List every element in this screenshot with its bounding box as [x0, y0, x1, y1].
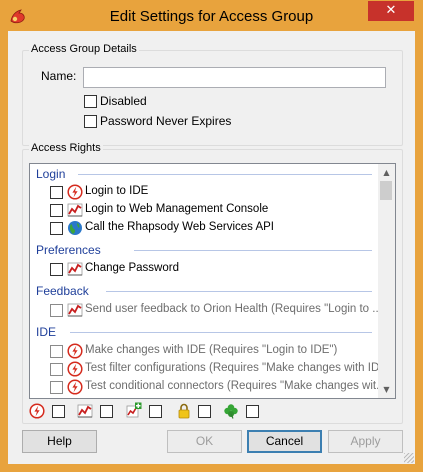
- list-item[interactable]: Login to Web Management Console: [30, 201, 370, 219]
- access-group-details-legend: Access Group Details: [29, 43, 139, 55]
- category-divider: [78, 174, 372, 175]
- ok-button[interactable]: OK: [167, 430, 242, 453]
- right-checkbox[interactable]: [50, 363, 63, 376]
- lightning-icon: [67, 379, 83, 395]
- right-checkbox[interactable]: [50, 345, 63, 358]
- right-label: Send user feedback to Orion Health (Requ…: [85, 303, 382, 315]
- chart-icon: [77, 403, 93, 419]
- right-checkbox[interactable]: [50, 304, 63, 317]
- category-login: Login: [36, 167, 66, 181]
- clover-filter-checkbox[interactable]: [246, 405, 259, 418]
- disabled-label: Disabled: [100, 94, 147, 108]
- right-checkbox[interactable]: [50, 222, 63, 235]
- right-label: Test conditional connectors (Requires "M…: [85, 380, 386, 392]
- access-rights-legend: Access Rights: [29, 142, 103, 154]
- list-item[interactable]: Send user feedback to Orion Health (Requ…: [30, 301, 382, 319]
- disabled-checkbox[interactable]: [84, 95, 97, 108]
- lightning-icon: [67, 184, 83, 200]
- close-button[interactable]: ✕: [368, 1, 414, 21]
- chart-icon: [67, 261, 83, 277]
- right-label: Make changes with IDE (Requires "Login t…: [85, 344, 338, 356]
- list-scrollbar[interactable]: ▲ ▼: [378, 164, 395, 398]
- lightning-icon: [67, 343, 83, 359]
- list-item[interactable]: Call the Rhapsody Web Services API: [30, 219, 370, 237]
- lightning-filter-checkbox[interactable]: [52, 405, 65, 418]
- category-divider: [70, 332, 372, 333]
- list-item[interactable]: Test conditional connectors (Requires "M…: [30, 378, 386, 396]
- password-never-expires-label: Password Never Expires: [100, 114, 232, 128]
- chart-plus-filter-checkbox[interactable]: [149, 405, 162, 418]
- name-label: Name:: [41, 69, 77, 83]
- access-rights-list[interactable]: Login Login to IDE Login to Web Manageme…: [29, 163, 396, 399]
- list-item[interactable]: Make changes with IDE (Requires "Login t…: [30, 342, 370, 360]
- resize-grip[interactable]: [404, 453, 414, 463]
- right-checkbox[interactable]: [50, 263, 63, 276]
- globe-icon: [67, 220, 83, 236]
- category-ide: IDE: [36, 325, 57, 339]
- scroll-down-arrow-icon[interactable]: ▼: [378, 381, 395, 398]
- help-button[interactable]: Help: [22, 430, 97, 453]
- access-group-details-group: Access Group Details: [22, 43, 403, 146]
- chart-plus-icon: [126, 402, 142, 418]
- right-checkbox[interactable]: [50, 204, 63, 217]
- list-item[interactable]: Login to IDE: [30, 183, 370, 201]
- window-title: Edit Settings for Access Group: [109, 8, 314, 25]
- right-checkbox[interactable]: [50, 186, 63, 199]
- category-divider: [106, 291, 372, 292]
- chart-icon: [67, 302, 83, 318]
- scroll-thumb[interactable]: [380, 181, 392, 200]
- list-item[interactable]: Change Password: [30, 260, 370, 278]
- lock-filter-checkbox[interactable]: [198, 405, 211, 418]
- title-bar[interactable]: Edit Settings for Access Group ✕: [1, 1, 422, 31]
- lock-icon: [176, 403, 192, 419]
- name-field[interactable]: [83, 67, 386, 88]
- right-checkbox[interactable]: [50, 381, 63, 394]
- right-label: Change Password: [85, 262, 179, 274]
- category-divider: [134, 250, 372, 251]
- lightning-icon: [29, 403, 45, 419]
- chart-icon: [67, 202, 83, 218]
- right-label: Login to Web Management Console: [85, 203, 269, 215]
- dialog-client: Access Group Details Name: Disabled Pass…: [8, 31, 415, 464]
- clover-icon: [223, 403, 239, 419]
- right-label: Call the Rhapsody Web Services API: [85, 221, 274, 233]
- scroll-up-arrow-icon[interactable]: ▲: [378, 164, 395, 181]
- right-label: Login to IDE: [85, 185, 149, 197]
- category-preferences: Preferences: [36, 243, 101, 257]
- cancel-button[interactable]: Cancel: [247, 430, 322, 453]
- right-label: Test filter configurations (Requires "Ma…: [85, 362, 389, 374]
- category-feedback: Feedback: [36, 284, 89, 298]
- password-never-expires-checkbox[interactable]: [84, 115, 97, 128]
- apply-button[interactable]: Apply: [328, 430, 403, 453]
- dialog-window: Edit Settings for Access Group ✕ Access …: [0, 0, 423, 472]
- list-item[interactable]: Test filter configurations (Requires "Ma…: [30, 360, 389, 378]
- lightning-icon: [67, 361, 83, 377]
- chart-filter-checkbox[interactable]: [100, 405, 113, 418]
